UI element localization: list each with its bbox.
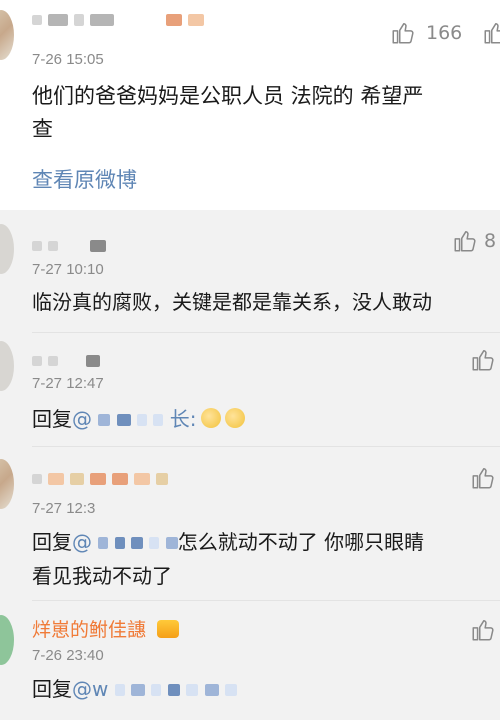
thumbs-up-icon bbox=[454, 231, 476, 252]
comment-time: 7-27 12:3 bbox=[32, 500, 96, 517]
comment-content: 他们的爸爸妈妈是公职人员 法院的 希望严 查 bbox=[32, 80, 486, 146]
sub-comment: 烊崽的鲋佳譓 7-26 23:40 回复@w bbox=[0, 601, 500, 720]
avatar[interactable] bbox=[0, 615, 14, 665]
sub-comment: 7-27 12:3 回复@ 怎么就动不动了 你哪只眼睛 看见我动不动了 bbox=[0, 447, 500, 600]
avatar[interactable] bbox=[0, 341, 14, 391]
like-button[interactable] bbox=[470, 465, 496, 491]
thumbs-up-icon bbox=[472, 468, 494, 489]
like-count: 8 bbox=[484, 230, 497, 252]
username-blurred[interactable] bbox=[32, 240, 106, 252]
avatar[interactable] bbox=[0, 224, 14, 274]
comment-content: 回复@ 长: bbox=[32, 403, 486, 436]
username[interactable]: 烊崽的鲋佳譓 bbox=[32, 619, 146, 641]
comment-line-2: 看见我动不动了 bbox=[32, 564, 172, 588]
like-button[interactable]: 8 bbox=[452, 228, 496, 254]
emoji-icon bbox=[224, 408, 245, 428]
comment-time: 7-27 10:10 bbox=[32, 261, 104, 278]
thumbs-up-icon bbox=[392, 23, 414, 44]
comment-content: 回复@ 怎么就动不动了 你哪只眼睛 看见我动不动了 bbox=[32, 525, 486, 593]
mention-link[interactable]: @w bbox=[72, 677, 108, 701]
mention-link[interactable]: @ bbox=[72, 407, 92, 431]
like-count: 166 bbox=[426, 22, 463, 44]
comment-thread: 7-26 15:05 166 他们的爸爸妈妈是公职人员 法院的 希望严 查 查看… bbox=[0, 0, 500, 720]
comment-line-1: 他们的爸爸妈妈是公职人员 法院的 希望严 bbox=[32, 84, 424, 108]
username-blurred[interactable] bbox=[32, 473, 168, 485]
comment-content: 回复@w bbox=[32, 673, 486, 706]
reply-text: 怎么就动不动了 你哪只眼睛 bbox=[177, 530, 425, 554]
thumbs-up-icon bbox=[472, 620, 494, 641]
sub-comment: 8 7-27 10:10 临汾真的腐败，关键是都是靠关系，没人敢动 bbox=[0, 210, 500, 332]
comment-time: 7-26 23:40 bbox=[32, 647, 104, 664]
username-row: 烊崽的鲋佳譓 bbox=[32, 615, 180, 642]
reply-prefix: 回复 bbox=[32, 530, 72, 554]
comment-content: 临汾真的腐败，关键是都是靠关系，没人敢动 bbox=[32, 290, 432, 314]
thumbs-up-icon bbox=[472, 350, 494, 371]
comment-time: 7-26 15:05 bbox=[32, 51, 104, 68]
mention-suffix[interactable]: 长: bbox=[170, 407, 197, 431]
comment-time: 7-27 12:47 bbox=[32, 375, 104, 392]
username-blurred[interactable] bbox=[32, 355, 100, 367]
thumbs-up-icon bbox=[484, 23, 500, 44]
reply-prefix: 回复 bbox=[32, 677, 72, 701]
avatar[interactable] bbox=[0, 459, 14, 509]
mention-link[interactable]: @ bbox=[72, 530, 92, 554]
view-original-link[interactable]: 查看原微博 bbox=[32, 164, 137, 194]
comment-line-1: 回复@ 怎么就动不动了 你哪只眼睛 bbox=[32, 525, 486, 559]
more-like-icon-partial[interactable] bbox=[482, 20, 500, 46]
comment-line-2: 查 bbox=[32, 117, 53, 141]
like-button[interactable] bbox=[470, 347, 496, 373]
username-blurred[interactable] bbox=[32, 14, 204, 26]
emoji-icon bbox=[200, 408, 221, 428]
like-button[interactable]: 166 bbox=[390, 20, 462, 46]
sub-comment: 7-27 12:47 回复@ 长: bbox=[0, 333, 500, 445]
like-button[interactable] bbox=[470, 617, 496, 643]
sub-comments: 8 7-27 10:10 临汾真的腐败，关键是都是靠关系，没人敢动 7-27 1… bbox=[0, 210, 500, 720]
main-comment: 7-26 15:05 166 他们的爸爸妈妈是公职人员 法院的 希望严 查 查看… bbox=[0, 0, 500, 210]
crown-icon bbox=[157, 620, 180, 638]
reply-prefix: 回复 bbox=[32, 407, 72, 431]
avatar[interactable] bbox=[0, 10, 14, 60]
